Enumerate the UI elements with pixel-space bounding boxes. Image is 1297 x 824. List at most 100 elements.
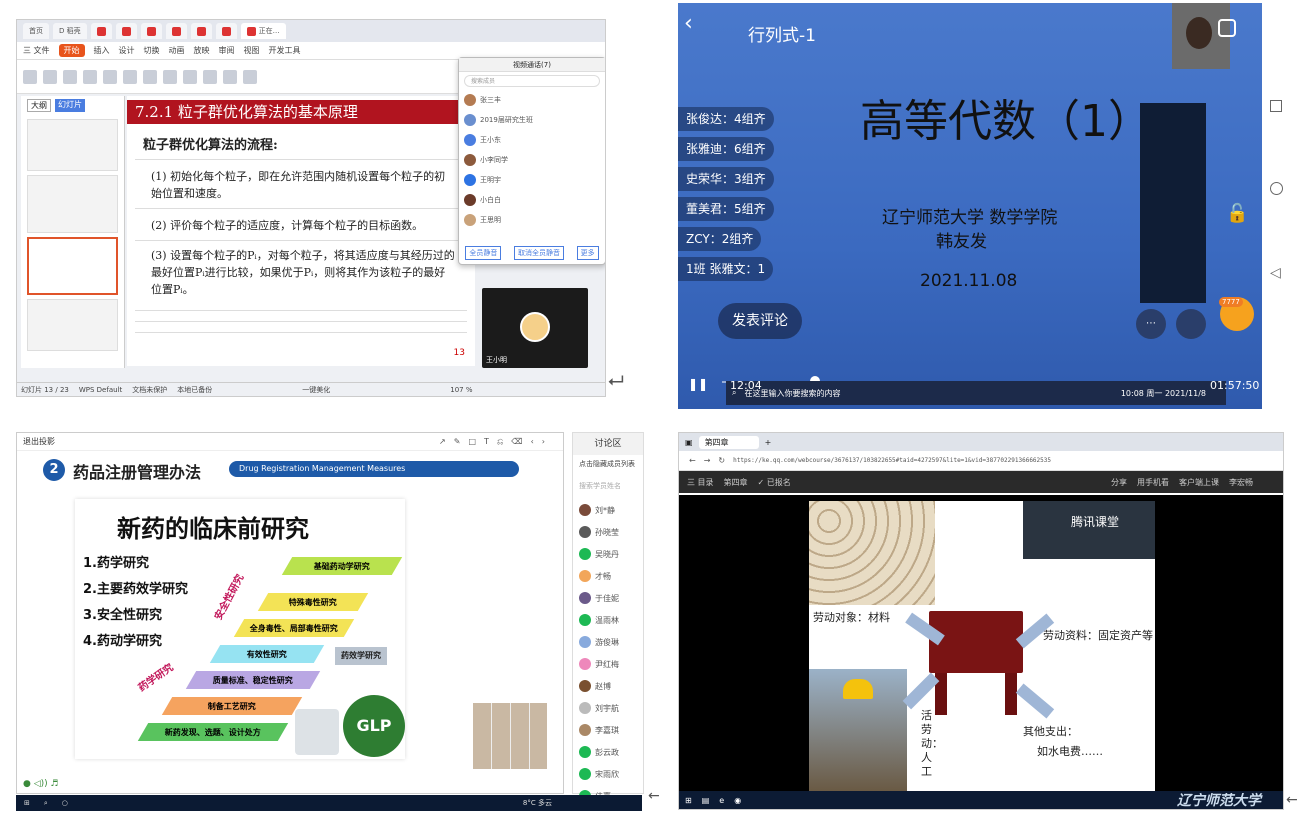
member-row[interactable]: 刘宇航 [573, 697, 643, 719]
pen-tools[interactable]: ↗✎□T⎌⌫‹› [439, 437, 553, 447]
paste-icon[interactable] [23, 69, 37, 84]
start-icon[interactable]: ⊞ [24, 799, 30, 807]
share-icon[interactable] [1176, 309, 1206, 339]
slide-canvas[interactable]: 7.2.1 粒子群优化算法的基本原理 粒子群优化算法的流程: (1) 初始化每个… [127, 96, 475, 366]
unmute-all-button[interactable]: 取消全员静音 [513, 246, 564, 260]
share-button[interactable]: 分享 [1111, 477, 1127, 488]
mobile-view-button[interactable]: 用手机看 [1137, 477, 1169, 488]
layout-icon[interactable] [83, 69, 97, 84]
member-row[interactable]: 刘*静 [573, 499, 643, 521]
menu-transition[interactable]: 切换 [144, 45, 160, 56]
tab-outline[interactable]: 大纲 [27, 99, 51, 112]
member-row[interactable]: 王明宇 [459, 170, 605, 190]
member-row[interactable]: 彭云政 [573, 741, 643, 763]
slide-thumb-active[interactable] [27, 237, 118, 295]
edge-icon[interactable]: e [719, 796, 724, 805]
cortana-icon[interactable]: ○ [62, 799, 68, 807]
client-button[interactable]: 客户端上课 [1179, 477, 1219, 488]
beautify-button[interactable]: 一键美化 [302, 385, 330, 395]
member-search-input[interactable]: 搜索成员 [464, 75, 600, 87]
protect-status[interactable]: 文档未保护 [132, 385, 167, 395]
exit-projection-button[interactable]: 退出投影 [23, 436, 55, 447]
pip-icon[interactable] [1218, 19, 1236, 37]
member-row[interactable]: 孙晓莹 [573, 521, 643, 543]
underline-icon[interactable] [163, 69, 177, 84]
back-icon[interactable]: ← [689, 456, 696, 465]
shape-icon[interactable] [223, 69, 237, 84]
member-row[interactable]: 小白白 [459, 190, 605, 210]
search-icon[interactable]: ⌕ [44, 799, 48, 808]
toggle-members-link[interactable]: 点击隐藏成员列表 [573, 455, 643, 473]
mute-all-button[interactable]: 全员静音 [465, 246, 502, 260]
list-icon[interactable] [203, 69, 217, 84]
menu-insert[interactable]: 插入 [94, 45, 110, 56]
start-icon[interactable]: ⊞ [685, 796, 692, 805]
cut-icon[interactable] [43, 69, 57, 84]
font-icon[interactable] [103, 69, 117, 84]
tab-doc[interactable] [115, 23, 137, 39]
tab-daoke[interactable]: D 稻壳 [53, 23, 87, 39]
menu-view[interactable]: 视图 [244, 45, 260, 56]
video-stage[interactable]: 腾讯课堂 劳动对象：材料 劳动资料：固定资产等 活劳动：人工 其他支出： 如水电… [679, 495, 1283, 791]
forward-icon[interactable]: → [704, 456, 711, 465]
member-row[interactable]: 张三丰 [459, 90, 605, 110]
menu-slideshow[interactable]: 放映 [194, 45, 210, 56]
member-row[interactable]: 李嘉琪 [573, 719, 643, 741]
member-row[interactable]: 尹红梅 [573, 653, 643, 675]
member-row[interactable]: 吴晓丹 [573, 543, 643, 565]
new-slide-icon[interactable] [63, 69, 77, 84]
align-icon[interactable] [183, 69, 197, 84]
explorer-icon[interactable]: ▤ [702, 796, 710, 805]
mic-icon[interactable]: ● ◁)) ♬ [23, 779, 59, 789]
member-row[interactable]: 温雨林 [573, 609, 643, 631]
reload-icon[interactable]: ↻ [718, 456, 725, 465]
tab-slides[interactable]: 幻灯片 [55, 99, 85, 112]
back-icon[interactable]: ‹ [684, 11, 693, 36]
slide-thumb[interactable] [27, 299, 118, 351]
user-name[interactable]: 李宏畅 [1229, 477, 1253, 488]
member-row[interactable]: 王思明 [459, 210, 605, 230]
back-nav-icon[interactable]: ◁ [1270, 265, 1283, 281]
tab-doc[interactable] [190, 23, 212, 39]
tab-active[interactable]: 正在… [240, 23, 286, 39]
tab-doc[interactable] [165, 23, 187, 39]
tab-home[interactable]: 首页 [23, 23, 49, 39]
recents-icon[interactable] [1270, 100, 1282, 112]
browser-tab[interactable]: 第四章 [698, 435, 759, 449]
backup-status[interactable]: 本地已备份 [177, 385, 212, 395]
home-icon[interactable] [1270, 182, 1283, 195]
menu-start[interactable]: 开始 [58, 44, 85, 57]
member-row[interactable]: 宋雨欣 [573, 763, 643, 785]
url-input[interactable]: https://ke.qq.com/webcourse/3676137/1038… [733, 457, 1051, 464]
member-row[interactable]: 王小东 [459, 130, 605, 150]
member-row[interactable]: 赵博 [573, 675, 643, 697]
menu-animation[interactable]: 动画 [169, 45, 185, 56]
chrome-icon[interactable]: ◉ [734, 796, 741, 805]
menu-file[interactable]: 三 文件 [23, 45, 50, 56]
slide-thumb[interactable] [27, 119, 118, 171]
pause-icon[interactable]: ❚❚ [688, 377, 708, 391]
tab-doc[interactable] [90, 23, 112, 39]
catalog-button[interactable]: 三 目录 [687, 477, 714, 488]
zoom-level[interactable]: 107 % [450, 386, 472, 394]
comment-button[interactable]: 发表评论 [718, 303, 802, 339]
tab-doc[interactable] [140, 23, 162, 39]
italic-icon[interactable] [143, 69, 157, 84]
member-row[interactable]: 小李同学 [459, 150, 605, 170]
tab-doc[interactable] [215, 23, 237, 39]
menu-design[interactable]: 设计 [119, 45, 135, 56]
member-row[interactable]: 于佳妮 [573, 587, 643, 609]
slide-thumb[interactable] [27, 175, 118, 233]
member-row[interactable]: 才畅 [573, 565, 643, 587]
more-button[interactable]: 更多 [576, 246, 599, 260]
menu-review[interactable]: 审阅 [219, 45, 235, 56]
textbox-icon[interactable] [243, 69, 257, 84]
lock-icon[interactable]: 🔓 [1226, 203, 1248, 224]
self-video-tile[interactable]: 王小明 [482, 288, 588, 368]
menu-dev[interactable]: 开发工具 [269, 45, 301, 56]
member-row[interactable]: 2019届研究生班 [459, 110, 605, 130]
bold-icon[interactable] [123, 69, 137, 84]
member-search[interactable]: 搜索学员姓名 [573, 473, 643, 499]
member-row[interactable]: 游俊琳 [573, 631, 643, 653]
more-icon[interactable]: ⋯ [1136, 309, 1166, 339]
